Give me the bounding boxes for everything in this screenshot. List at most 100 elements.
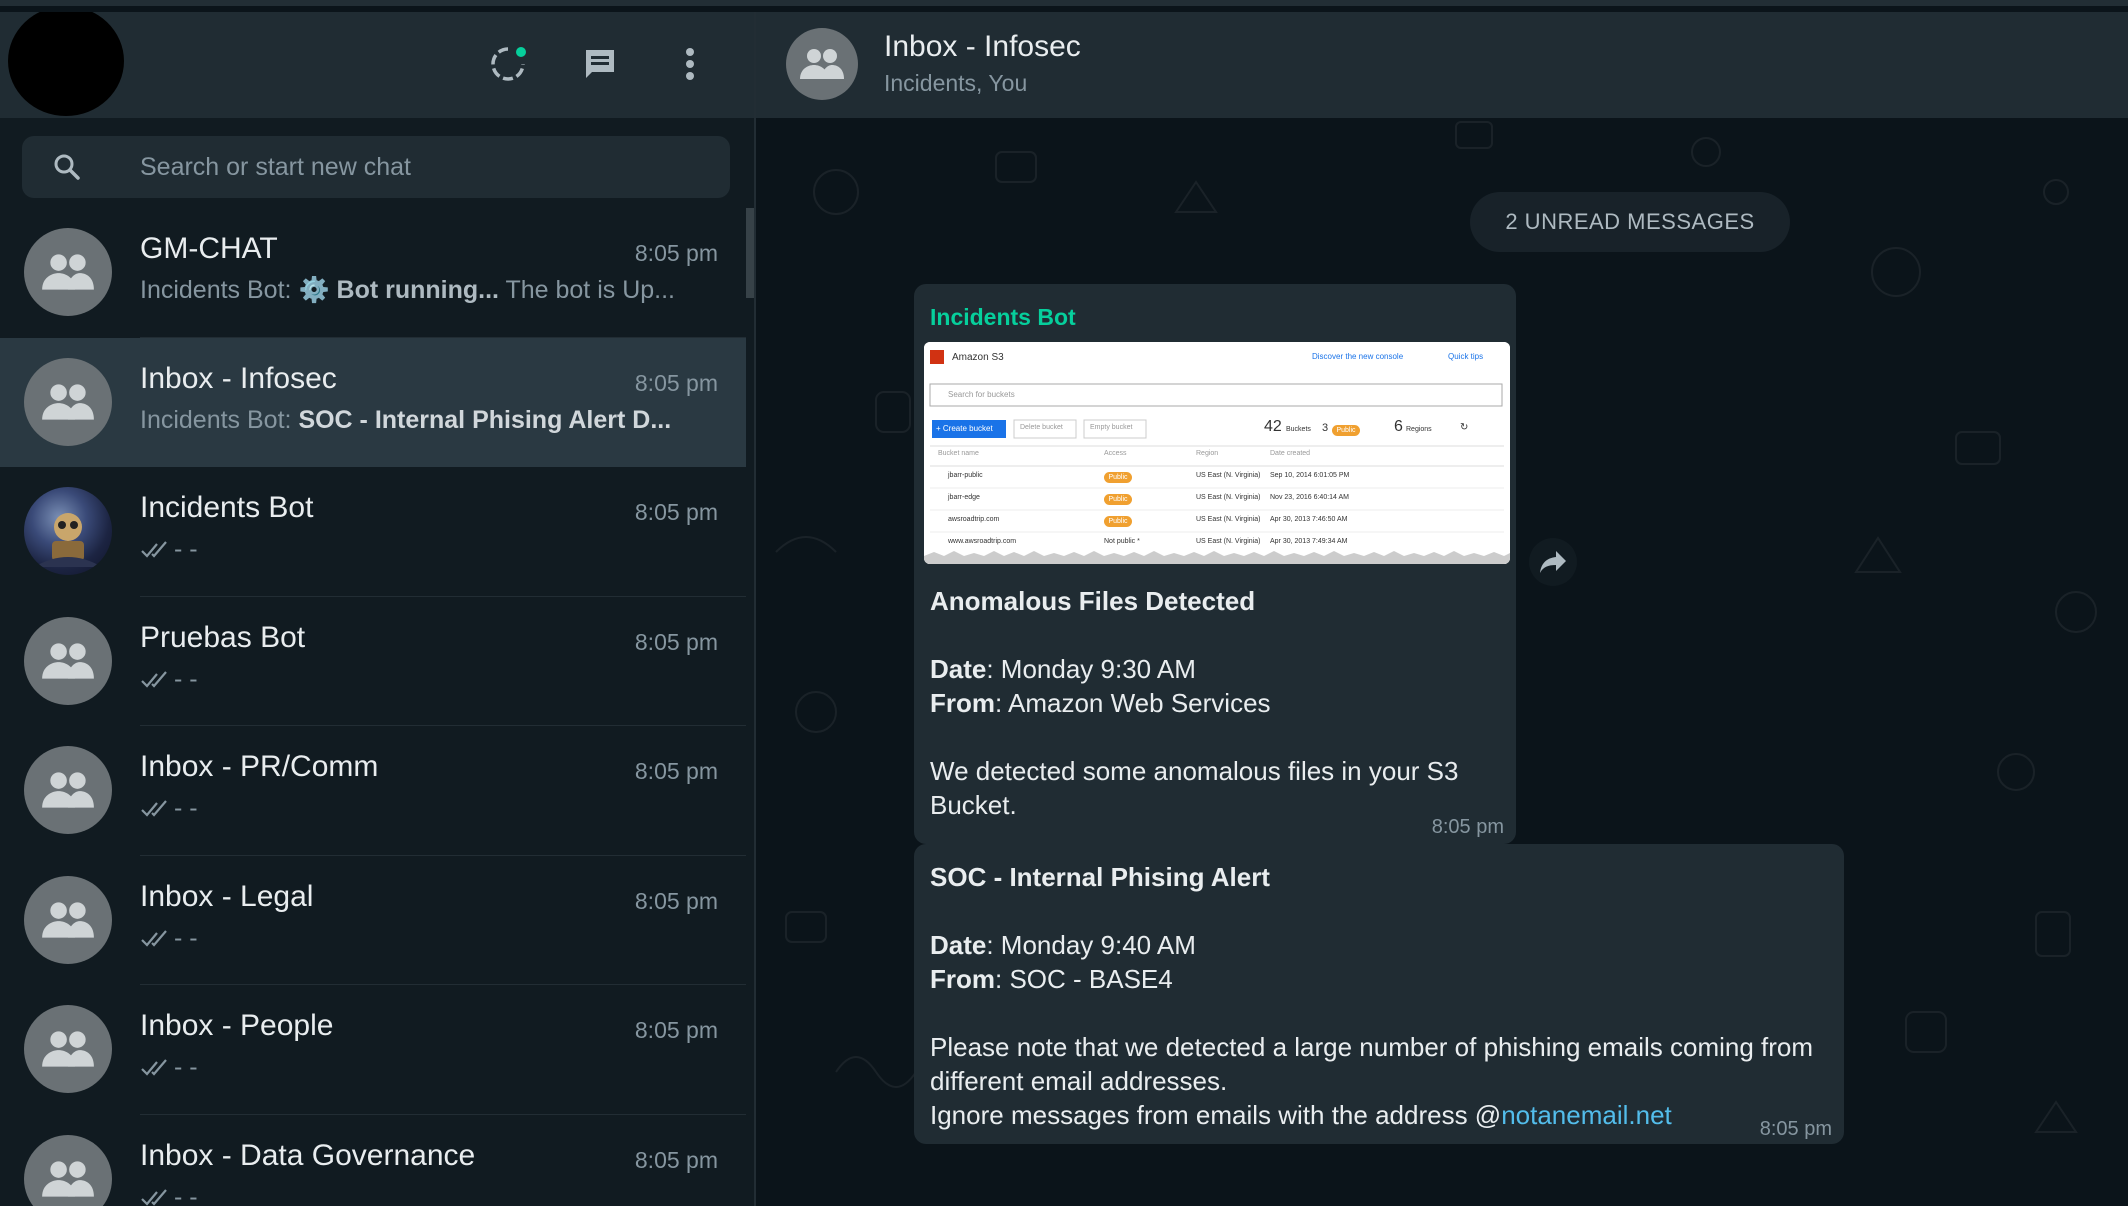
message-bubble-phishing-alert[interactable]: SOC - Internal Phising Alert Date: Monda… xyxy=(914,844,1844,1144)
s3-column-header: Bucket name xyxy=(938,450,979,457)
message-body: We detected some anomalous files in your… xyxy=(930,754,1490,822)
chat-preview: - - xyxy=(140,924,720,953)
s3-empty-button: Empty bucket xyxy=(1090,424,1132,431)
s3-cell-name: jbarr-edge xyxy=(948,494,980,501)
chat-item[interactable]: Inbox - Data Governance 8:05 pm - - xyxy=(0,1115,746,1206)
message-body: Please note that we detected a large num… xyxy=(930,1030,1830,1098)
chat-time: 8:05 pm xyxy=(635,629,718,656)
new-chat-icon[interactable] xyxy=(578,42,622,86)
message-sender[interactable]: Incidents Bot xyxy=(930,304,1076,331)
chat-item[interactable]: Inbox - Infosec8:05 pmIncidents Bot: SOC… xyxy=(0,338,746,468)
chat-item-body: GM-CHAT8:05 pmIncidents Bot: ⚙️ Bot runn… xyxy=(140,208,746,338)
chat-list-scrollbar[interactable] xyxy=(746,208,754,298)
search-box[interactable] xyxy=(22,136,730,198)
chat-preview: - - xyxy=(140,794,720,823)
chat-name: Inbox - PR/Comm xyxy=(140,750,378,784)
s3-cell-name: jbarr-public xyxy=(948,472,983,479)
message-ignore-line: Ignore messages from emails with the add… xyxy=(930,1098,1672,1132)
left-header xyxy=(0,12,754,118)
group-icon xyxy=(39,1159,97,1199)
s3-column-header: Date created xyxy=(1270,450,1310,457)
chat-avatar xyxy=(24,617,112,705)
s3-create-button: + Create bucket xyxy=(936,424,993,433)
my-avatar[interactable] xyxy=(8,12,124,116)
chat-name: Pruebas Bot xyxy=(140,621,305,655)
chat-item-body: Inbox - PR/Comm8:05 pm- - xyxy=(140,726,746,856)
search-input[interactable] xyxy=(140,136,700,198)
chat-item-body: Inbox - Infosec8:05 pmIncidents Bot: SOC… xyxy=(140,338,746,468)
email-domain-link[interactable]: notanemail.net xyxy=(1501,1100,1672,1130)
group-icon xyxy=(39,900,97,940)
chat-name: Inbox - Data Governance xyxy=(140,1139,475,1173)
chat-item[interactable]: Inbox - PR/Comm8:05 pm- - xyxy=(0,726,746,856)
chat-time: 8:05 pm xyxy=(635,1017,718,1044)
s3-cell-region: US East (N. Virginia) xyxy=(1196,516,1260,523)
double-check-icon xyxy=(140,799,170,819)
unread-messages-divider: 2 UNREAD MESSAGES xyxy=(1470,192,1790,252)
s3-cell-date: Nov 23, 2016 6:40:14 AM xyxy=(1270,494,1349,501)
s3-cell-date: Sep 10, 2014 6:01:05 PM xyxy=(1270,472,1349,479)
chat-avatar xyxy=(24,1005,112,1093)
chat-time: 8:05 pm xyxy=(635,240,718,267)
chat-name: Inbox - People xyxy=(140,1009,333,1043)
chat-item-body: Inbox - People 8:05 pm - - xyxy=(140,985,746,1115)
message-heading: SOC - Internal Phising Alert xyxy=(930,860,1270,894)
chat-item[interactable]: Inbox - People 8:05 pm - - xyxy=(0,985,746,1115)
forward-icon xyxy=(1538,549,1568,575)
chat-name: Incidents Bot xyxy=(140,491,313,525)
chat-item[interactable]: Incidents Bot8:05 pm- - xyxy=(0,467,746,597)
message-from-line: From: SOC - BASE4 xyxy=(930,962,1173,996)
chat-preview: Incidents Bot: SOC - Internal Phising Al… xyxy=(140,406,720,435)
chat-avatar xyxy=(24,228,112,316)
chat-list: GM-CHAT8:05 pmIncidents Bot: ⚙️ Bot runn… xyxy=(0,208,746,1206)
status-icon[interactable] xyxy=(486,42,530,86)
conversation-panel: Inbox - Infosec Incidents, You 2 UNREAD … xyxy=(756,12,2128,1206)
s3-cell-date: Apr 30, 2013 7:46:50 AM xyxy=(1270,516,1347,523)
chat-preview: - - xyxy=(140,1053,720,1082)
s3-bucket-count: 42 xyxy=(1264,418,1282,436)
chat-item[interactable]: Inbox - Legal8:05 pm- - xyxy=(0,856,746,986)
conversation-participants: Incidents, You xyxy=(884,70,1027,97)
chat-item-body: Incidents Bot8:05 pm- - xyxy=(140,467,746,597)
chat-time: 8:05 pm xyxy=(635,499,718,526)
chat-preview: - - xyxy=(140,665,720,694)
s3-cell-date: Apr 30, 2013 7:49:34 AM xyxy=(1270,538,1347,545)
message-image-s3-console[interactable]: Amazon S3 Discover the new console Quick… xyxy=(924,342,1510,564)
group-avatar[interactable] xyxy=(786,28,858,100)
s3-cell-name: www.awsroadtrip.com xyxy=(948,538,1016,545)
menu-icon[interactable] xyxy=(668,42,712,86)
double-check-icon xyxy=(140,1058,170,1078)
chat-item[interactable]: GM-CHAT8:05 pmIncidents Bot: ⚙️ Bot runn… xyxy=(0,208,746,338)
group-icon xyxy=(798,47,846,81)
message-time: 8:05 pm xyxy=(1432,816,1504,839)
chat-avatar xyxy=(24,358,112,446)
conversation-header[interactable]: Inbox - Infosec Incidents, You xyxy=(756,12,2128,118)
chat-time: 8:05 pm xyxy=(635,1147,718,1174)
s3-quick-tips: Quick tips xyxy=(1448,352,1483,361)
s3-region-count: 6 xyxy=(1394,418,1403,436)
chat-item-body: Inbox - Legal8:05 pm- - xyxy=(140,856,746,986)
double-check-icon xyxy=(140,670,170,690)
search-icon xyxy=(52,152,82,182)
forward-button[interactable] xyxy=(1529,538,1577,586)
chat-avatar xyxy=(24,746,112,834)
s3-cell-access: Public xyxy=(1104,494,1132,505)
message-date-line: Date: Monday 9:30 AM xyxy=(930,652,1196,686)
chat-avatar xyxy=(24,876,112,964)
chat-preview: - - xyxy=(140,1183,720,1206)
message-date-line: Date: Monday 9:40 AM xyxy=(930,928,1196,962)
chat-item[interactable]: Pruebas Bot 8:05 pm - - xyxy=(0,597,746,727)
s3-cell-region: US East (N. Virginia) xyxy=(1196,494,1260,501)
s3-title: Amazon S3 xyxy=(952,352,1004,363)
chat-avatar xyxy=(24,487,112,575)
double-check-icon xyxy=(140,929,170,949)
refresh-icon: ↻ xyxy=(1460,422,1468,433)
group-icon xyxy=(39,641,97,681)
message-bubble-anomalous-files[interactable]: Incidents Bot Amazon S3 Dis xyxy=(914,284,1516,844)
message-time: 8:05 pm xyxy=(1760,1118,1832,1141)
s3-public-count: 3 xyxy=(1322,422,1328,434)
s3-cell-region: US East (N. Virginia) xyxy=(1196,472,1260,479)
message-from-line: From: Amazon Web Services xyxy=(930,686,1271,720)
chat-name: GM-CHAT xyxy=(140,232,278,266)
s3-bucket-label: Buckets xyxy=(1286,426,1311,433)
